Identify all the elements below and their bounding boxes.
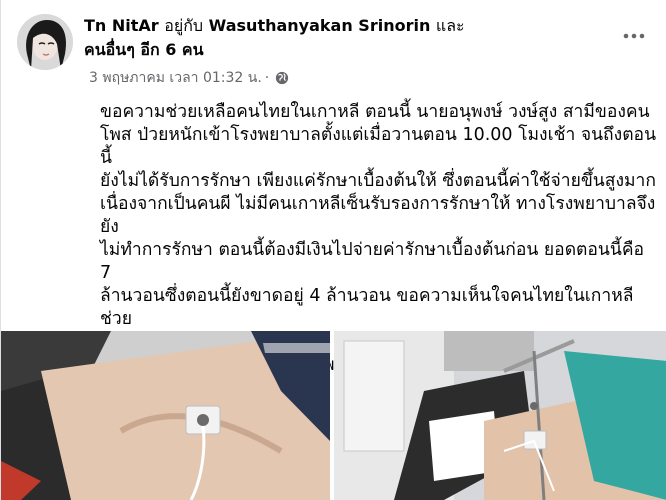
author-name[interactable]: Tn NitAr [84, 16, 159, 35]
post-header: Tn NitAr อยู่กับ Wasuthanyakan Srinorin … [1, 0, 666, 96]
with-label: อยู่กับ [164, 16, 204, 35]
more-options-icon[interactable] [619, 24, 649, 48]
photo-1[interactable] [1, 331, 330, 500]
photo-2[interactable] [334, 331, 666, 500]
globe-icon[interactable] [275, 71, 289, 85]
photo-grid [1, 331, 666, 500]
and-label: และ [435, 16, 465, 35]
meta-separator: · [264, 70, 270, 86]
tagged-user[interactable]: Wasuthanyakan Srinorin [209, 16, 431, 35]
post-meta: 3 พฤษภาคม เวลา 01:32 น. · [89, 68, 289, 88]
author-line: Tn NitAr อยู่กับ Wasuthanyakan Srinorin … [84, 14, 604, 62]
avatar[interactable] [17, 14, 73, 70]
post-timestamp[interactable]: 3 พฤษภาคม เวลา 01:32 น. [89, 68, 262, 88]
post-card: Tn NitAr อยู่กับ Wasuthanyakan Srinorin … [0, 0, 666, 500]
tagged-others-link[interactable]: คนอื่นๆ อีก 6 คน [84, 40, 204, 59]
